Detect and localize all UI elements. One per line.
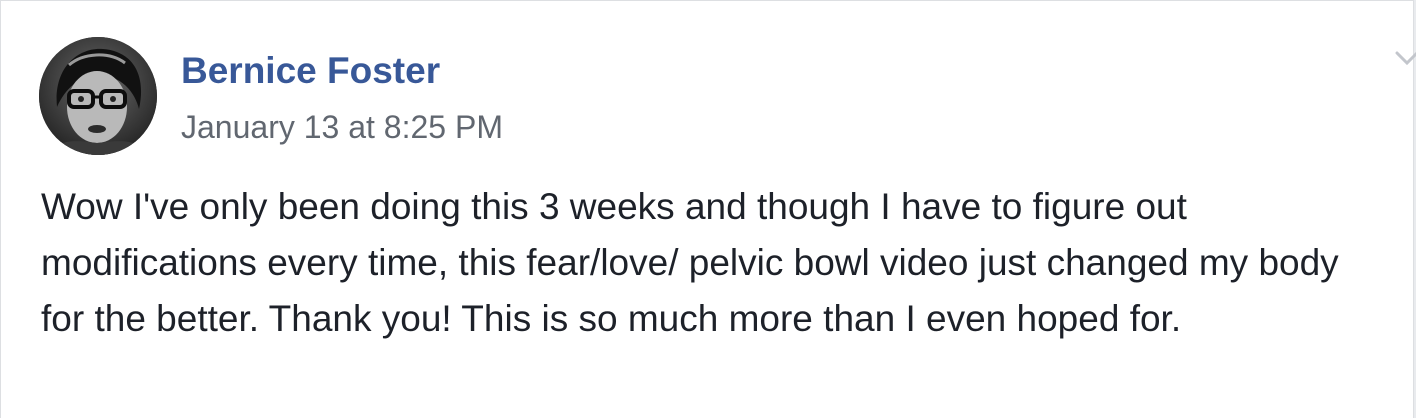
avatar-photo bbox=[39, 37, 157, 155]
chevron-down-icon[interactable] bbox=[1393, 45, 1416, 73]
avatar[interactable] bbox=[39, 37, 157, 155]
post-body-text: Wow I've only been doing this 3 weeks an… bbox=[41, 186, 1339, 339]
post-timestamp[interactable]: January 13 at 8:25 PM bbox=[181, 107, 503, 147]
author-name[interactable]: Bernice Foster bbox=[181, 49, 440, 93]
post-card: Bernice Foster January 13 at 8:25 PM Wow… bbox=[0, 0, 1416, 418]
